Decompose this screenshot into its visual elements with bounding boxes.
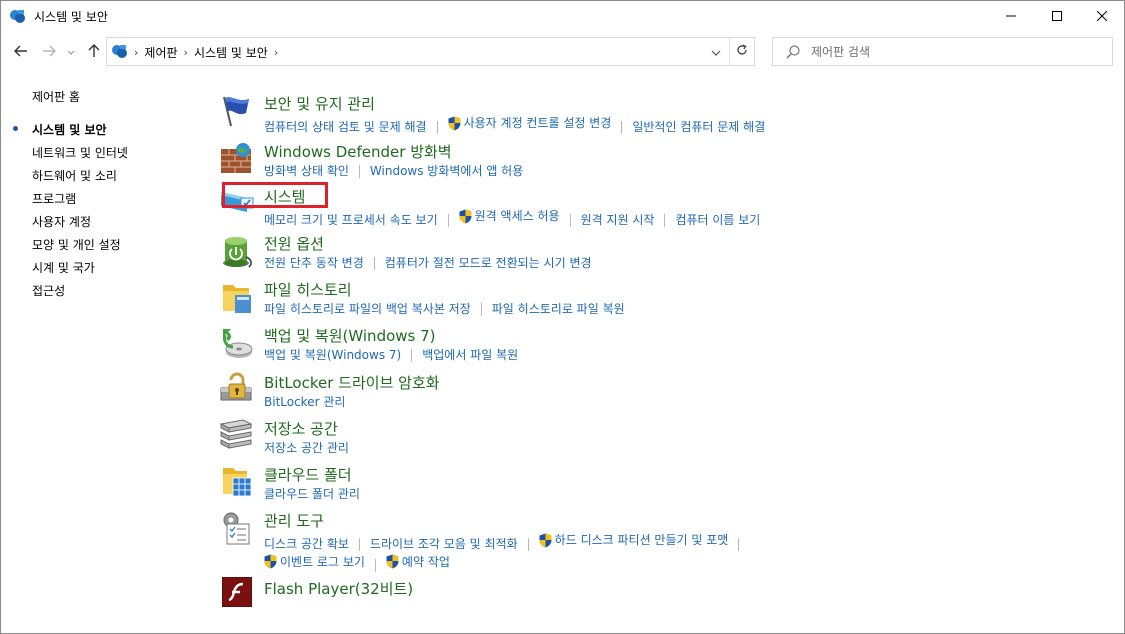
divider <box>358 537 360 551</box>
divider <box>621 120 623 134</box>
admin-tools-icon <box>219 510 255 546</box>
task-link[interactable]: 드라이브 조각 모음 및 최적화 <box>370 535 518 553</box>
task-link-admin[interactable]: 예약 작업 <box>386 553 450 571</box>
task-link-label: 예약 작업 <box>401 554 450 569</box>
section-links: 클라우드 폴더 관리 <box>264 485 1094 503</box>
task-link-admin[interactable]: 사용자 계정 컨트롤 설정 변경 <box>448 114 612 132</box>
flash-icon <box>222 577 252 607</box>
section-links: BitLocker 관리 <box>264 393 1094 411</box>
section-links: 파일 히스토리로 파일의 백업 복사본 저장 파일 히스토리로 파일 복원 <box>264 300 1094 318</box>
task-link-label: 하드 디스크 파티션 만들기 및 포맷 <box>554 533 729 547</box>
section-links-line2: 이벤트 로그 보기 예약 작업 <box>264 553 1094 575</box>
task-link[interactable]: BitLocker 관리 <box>264 393 345 411</box>
task-link-label: 사용자 계정 컨트롤 설정 변경 <box>463 116 612 130</box>
section-links: 방화벽 상태 확인 Windows 방화벽에서 앱 허용 <box>264 162 1094 180</box>
section-title-link[interactable]: 백업 및 복원(Windows 7) <box>264 325 436 346</box>
power-icon <box>219 233 255 269</box>
task-link[interactable]: 백업 및 복원(Windows 7) <box>264 346 401 364</box>
uac-shield-icon <box>448 116 461 131</box>
task-link[interactable]: 파일 히스토리로 파일의 백업 복사본 저장 <box>264 300 471 318</box>
storage-icon <box>219 418 255 454</box>
task-link-admin[interactable]: 원격 액세스 허용 <box>459 207 560 225</box>
task-link[interactable]: 전원 단추 동작 변경 <box>264 254 364 272</box>
task-link-label: 원격 액세스 허용 <box>474 209 560 223</box>
divider <box>436 120 438 134</box>
highlight-box <box>222 182 328 208</box>
section-links: 전원 단추 동작 변경 컴퓨터가 절전 모드로 전환되는 시기 변경 <box>264 254 1094 272</box>
task-link[interactable]: 메모리 크기 및 프로세서 속도 보기 <box>264 211 438 229</box>
task-link[interactable]: 방화벽 상태 확인 <box>264 162 349 180</box>
uac-shield-icon <box>539 533 552 548</box>
divider <box>527 537 529 551</box>
bitlocker-icon <box>219 372 255 408</box>
section-links: 저장소 공간 관리 <box>264 439 1094 457</box>
task-link[interactable]: Windows 방화벽에서 앱 허용 <box>370 162 523 180</box>
divider <box>480 303 482 316</box>
backup-icon <box>219 325 255 361</box>
task-link[interactable]: 디스크 공간 확보 <box>264 535 349 553</box>
task-link[interactable]: 클라우드 폴더 관리 <box>264 485 360 503</box>
divider <box>569 213 571 227</box>
task-link-admin[interactable]: 하드 디스크 파티션 만들기 및 포맷 <box>539 531 729 549</box>
cloud-folder-icon <box>219 464 255 500</box>
task-link[interactable]: 컴퓨터의 상태 검토 및 문제 해결 <box>264 118 427 136</box>
section-title-link[interactable]: 전원 옵션 <box>264 233 324 254</box>
section-title-link[interactable]: Windows Defender 방화벽 <box>264 141 452 162</box>
task-link[interactable]: 컴퓨터 이름 보기 <box>675 211 760 229</box>
divider <box>374 559 376 572</box>
task-link-label: 이벤트 로그 보기 <box>280 554 365 569</box>
task-link[interactable]: 컴퓨터가 절전 모드로 전환되는 시기 변경 <box>385 254 592 272</box>
section-title-link[interactable]: Flash Player(32비트) <box>264 578 413 599</box>
section-links: 디스크 공간 확보 드라이브 조각 모음 및 최적화 하드 디스크 파티션 만들기 … <box>264 531 1094 574</box>
control-panel-window: 시스템 및 보안 › 제어판 › 시스템 및 보안 › 제어판 검색 제어판 홈… <box>0 0 1125 634</box>
firewall-icon <box>219 141 255 177</box>
file-history-icon <box>219 279 255 315</box>
flag-icon <box>219 93 255 129</box>
uac-shield-icon <box>264 554 277 569</box>
task-link[interactable]: 저장소 공간 관리 <box>264 439 349 457</box>
uac-shield-icon <box>459 209 472 224</box>
divider <box>738 537 740 551</box>
section-title-link[interactable]: 클라우드 폴더 <box>264 464 352 485</box>
section-links: 백업 및 복원(Windows 7) 백업에서 파일 복원 <box>264 346 1094 364</box>
section-title-link[interactable]: BitLocker 드라이브 암호화 <box>264 372 440 393</box>
section-links: 메모리 크기 및 프로세서 속도 보기 원격 액세스 허용 원격 지원 시작 컴퓨터 … <box>264 207 1094 229</box>
divider <box>447 213 449 227</box>
uac-shield-icon <box>386 554 399 569</box>
task-link-admin[interactable]: 이벤트 로그 보기 <box>264 553 365 571</box>
section-title-link[interactable]: 관리 도구 <box>264 510 324 531</box>
task-link[interactable]: 백업에서 파일 복원 <box>422 346 518 364</box>
divider <box>358 165 360 178</box>
section-title-link[interactable]: 보안 및 유지 관리 <box>264 93 375 114</box>
main-content: 보안 및 유지 관리 컴퓨터의 상태 검토 및 문제 해결 사용자 계정 컨트롤 … <box>1 1 1124 633</box>
divider <box>373 257 375 270</box>
divider <box>664 213 666 227</box>
section-title-link[interactable]: 파일 히스토리 <box>264 279 352 300</box>
section-links: 컴퓨터의 상태 검토 및 문제 해결 사용자 계정 컨트롤 설정 변경 일반적인 컴… <box>264 114 1094 136</box>
task-link[interactable]: 일반적인 컴퓨터 문제 해결 <box>632 118 765 136</box>
divider <box>411 349 413 362</box>
task-link[interactable]: 원격 지원 시작 <box>581 211 655 229</box>
task-link[interactable]: 파일 히스토리로 파일 복원 <box>492 300 625 318</box>
section-title-link[interactable]: 저장소 공간 <box>264 418 338 439</box>
